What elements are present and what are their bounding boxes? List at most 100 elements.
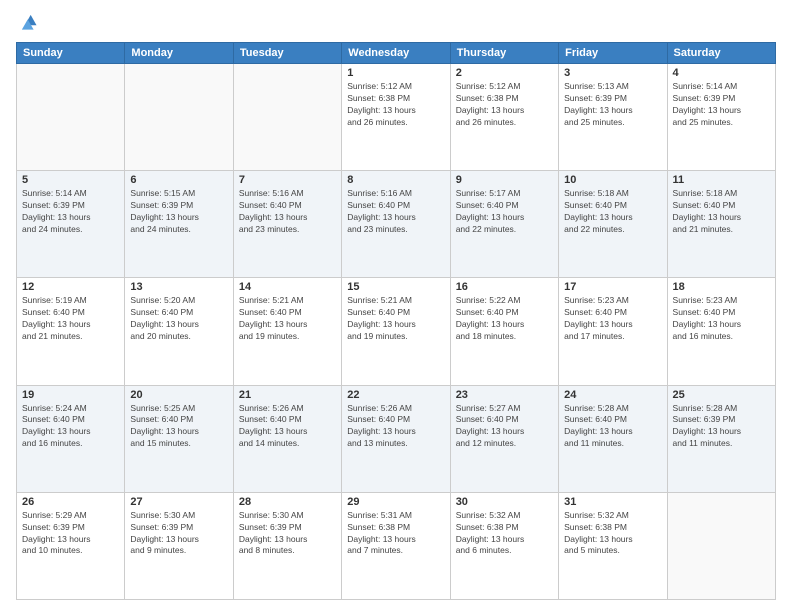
calendar-cell	[17, 64, 125, 171]
calendar-cell: 26Sunrise: 5:29 AM Sunset: 6:39 PM Dayli…	[17, 492, 125, 599]
day-info: Sunrise: 5:18 AM Sunset: 6:40 PM Dayligh…	[673, 188, 770, 236]
calendar-cell	[125, 64, 233, 171]
header-friday: Friday	[559, 43, 667, 64]
calendar-cell: 6 Sunrise: 5:15 AM Sunset: 6:39 PM Daylig…	[125, 171, 233, 278]
calendar-week-row: 19 Sunrise: 5:24 AM Sunset: 6:40 PM Dayli…	[17, 385, 776, 492]
day-number: 16	[456, 281, 553, 293]
day-number: 13	[130, 281, 227, 293]
calendar-cell	[233, 64, 341, 171]
calendar-week-row: 12 Sunrise: 5:19 AM Sunset: 6:40 PM Dayli…	[17, 278, 776, 385]
day-info: Sunrise: 5:21 AM Sunset: 6:40 PM Dayligh…	[239, 295, 336, 343]
day-info: Sunrise: 5:26 AM Sunset: 6:40 PM Dayligh…	[239, 403, 336, 451]
page: Sunday Monday Tuesday Wednesday Thursday…	[0, 0, 792, 612]
day-number: 7	[239, 174, 336, 186]
calendar-week-row: 26Sunrise: 5:29 AM Sunset: 6:39 PM Dayli…	[17, 492, 776, 599]
header-saturday: Saturday	[667, 43, 775, 64]
day-info: Sunrise: 5:28 AM Sunset: 6:40 PM Dayligh…	[564, 403, 661, 451]
day-number: 25	[673, 389, 770, 401]
calendar-cell: 18 Sunrise: 5:23 AM Sunset: 6:40 PM Dayli…	[667, 278, 775, 385]
day-number: 28	[239, 496, 336, 508]
day-number: 18	[673, 281, 770, 293]
day-number: 3	[564, 67, 661, 79]
calendar-cell: 29 Sunrise: 5:31 AM Sunset: 6:38 PM Dayli…	[342, 492, 450, 599]
day-info: Sunrise: 5:20 AM Sunset: 6:40 PM Dayligh…	[130, 295, 227, 343]
calendar-cell: 4Sunrise: 5:14 AM Sunset: 6:39 PM Daylig…	[667, 64, 775, 171]
day-info: Sunrise: 5:23 AM Sunset: 6:40 PM Dayligh…	[564, 295, 661, 343]
day-number: 8	[347, 174, 444, 186]
day-info: Sunrise: 5:14 AM Sunset: 6:39 PM Dayligh…	[22, 188, 119, 236]
day-info: Sunrise: 5:31 AM Sunset: 6:38 PM Dayligh…	[347, 510, 444, 558]
day-info: Sunrise: 5:30 AM Sunset: 6:39 PM Dayligh…	[239, 510, 336, 558]
day-info: Sunrise: 5:27 AM Sunset: 6:40 PM Dayligh…	[456, 403, 553, 451]
calendar-table: Sunday Monday Tuesday Wednesday Thursday…	[16, 42, 776, 600]
day-info: Sunrise: 5:18 AM Sunset: 6:40 PM Dayligh…	[564, 188, 661, 236]
calendar-cell: 25 Sunrise: 5:28 AM Sunset: 6:39 PM Dayli…	[667, 385, 775, 492]
calendar-cell: 7 Sunrise: 5:16 AM Sunset: 6:40 PM Daylig…	[233, 171, 341, 278]
day-number: 19	[22, 389, 119, 401]
day-number: 17	[564, 281, 661, 293]
calendar-week-row: 5Sunrise: 5:14 AM Sunset: 6:39 PM Daylig…	[17, 171, 776, 278]
calendar-cell: 19 Sunrise: 5:24 AM Sunset: 6:40 PM Dayli…	[17, 385, 125, 492]
day-number: 4	[673, 67, 770, 79]
header-monday: Monday	[125, 43, 233, 64]
day-info: Sunrise: 5:21 AM Sunset: 6:40 PM Dayligh…	[347, 295, 444, 343]
calendar-week-row: 1Sunrise: 5:12 AM Sunset: 6:38 PM Daylig…	[17, 64, 776, 171]
day-info: Sunrise: 5:12 AM Sunset: 6:38 PM Dayligh…	[347, 81, 444, 129]
day-number: 22	[347, 389, 444, 401]
day-info: Sunrise: 5:28 AM Sunset: 6:39 PM Dayligh…	[673, 403, 770, 451]
day-number: 9	[456, 174, 553, 186]
day-info: Sunrise: 5:25 AM Sunset: 6:40 PM Dayligh…	[130, 403, 227, 451]
day-info: Sunrise: 5:23 AM Sunset: 6:40 PM Dayligh…	[673, 295, 770, 343]
day-info: Sunrise: 5:17 AM Sunset: 6:40 PM Dayligh…	[456, 188, 553, 236]
day-info: Sunrise: 5:22 AM Sunset: 6:40 PM Dayligh…	[456, 295, 553, 343]
day-number: 12	[22, 281, 119, 293]
calendar-cell: 15 Sunrise: 5:21 AM Sunset: 6:40 PM Dayli…	[342, 278, 450, 385]
header-wednesday: Wednesday	[342, 43, 450, 64]
day-number: 6	[130, 174, 227, 186]
calendar-cell: 13 Sunrise: 5:20 AM Sunset: 6:40 PM Dayli…	[125, 278, 233, 385]
day-number: 15	[347, 281, 444, 293]
day-info: Sunrise: 5:12 AM Sunset: 6:38 PM Dayligh…	[456, 81, 553, 129]
day-info: Sunrise: 5:15 AM Sunset: 6:39 PM Dayligh…	[130, 188, 227, 236]
day-number: 20	[130, 389, 227, 401]
day-number: 30	[456, 496, 553, 508]
logo-icon	[16, 12, 38, 34]
header-thursday: Thursday	[450, 43, 558, 64]
day-number: 26	[22, 496, 119, 508]
calendar-cell: 24 Sunrise: 5:28 AM Sunset: 6:40 PM Dayli…	[559, 385, 667, 492]
calendar-cell: 21 Sunrise: 5:26 AM Sunset: 6:40 PM Dayli…	[233, 385, 341, 492]
day-info: Sunrise: 5:13 AM Sunset: 6:39 PM Dayligh…	[564, 81, 661, 129]
calendar-cell: 23Sunrise: 5:27 AM Sunset: 6:40 PM Dayli…	[450, 385, 558, 492]
day-number: 31	[564, 496, 661, 508]
calendar-cell: 17 Sunrise: 5:23 AM Sunset: 6:40 PM Dayli…	[559, 278, 667, 385]
calendar-cell: 1Sunrise: 5:12 AM Sunset: 6:38 PM Daylig…	[342, 64, 450, 171]
calendar-cell: 3 Sunrise: 5:13 AM Sunset: 6:39 PM Daylig…	[559, 64, 667, 171]
calendar-cell: 11Sunrise: 5:18 AM Sunset: 6:40 PM Dayli…	[667, 171, 775, 278]
day-number: 14	[239, 281, 336, 293]
day-info: Sunrise: 5:16 AM Sunset: 6:40 PM Dayligh…	[239, 188, 336, 236]
day-info: Sunrise: 5:19 AM Sunset: 6:40 PM Dayligh…	[22, 295, 119, 343]
calendar-cell	[667, 492, 775, 599]
header	[16, 12, 776, 34]
day-number: 27	[130, 496, 227, 508]
calendar-cell: 28 Sunrise: 5:30 AM Sunset: 6:39 PM Dayli…	[233, 492, 341, 599]
weekday-header-row: Sunday Monday Tuesday Wednesday Thursday…	[17, 43, 776, 64]
day-info: Sunrise: 5:32 AM Sunset: 6:38 PM Dayligh…	[564, 510, 661, 558]
calendar-cell: 8Sunrise: 5:16 AM Sunset: 6:40 PM Daylig…	[342, 171, 450, 278]
header-sunday: Sunday	[17, 43, 125, 64]
calendar-cell: 16 Sunrise: 5:22 AM Sunset: 6:40 PM Dayli…	[450, 278, 558, 385]
day-number: 21	[239, 389, 336, 401]
calendar-cell: 5Sunrise: 5:14 AM Sunset: 6:39 PM Daylig…	[17, 171, 125, 278]
calendar-cell: 22Sunrise: 5:26 AM Sunset: 6:40 PM Dayli…	[342, 385, 450, 492]
day-number: 29	[347, 496, 444, 508]
day-info: Sunrise: 5:24 AM Sunset: 6:40 PM Dayligh…	[22, 403, 119, 451]
calendar-cell: 12 Sunrise: 5:19 AM Sunset: 6:40 PM Dayli…	[17, 278, 125, 385]
day-number: 24	[564, 389, 661, 401]
logo	[16, 12, 42, 34]
calendar-cell: 2 Sunrise: 5:12 AM Sunset: 6:38 PM Daylig…	[450, 64, 558, 171]
calendar-cell: 30 Sunrise: 5:32 AM Sunset: 6:38 PM Dayli…	[450, 492, 558, 599]
day-info: Sunrise: 5:32 AM Sunset: 6:38 PM Dayligh…	[456, 510, 553, 558]
header-tuesday: Tuesday	[233, 43, 341, 64]
day-info: Sunrise: 5:30 AM Sunset: 6:39 PM Dayligh…	[130, 510, 227, 558]
day-number: 2	[456, 67, 553, 79]
